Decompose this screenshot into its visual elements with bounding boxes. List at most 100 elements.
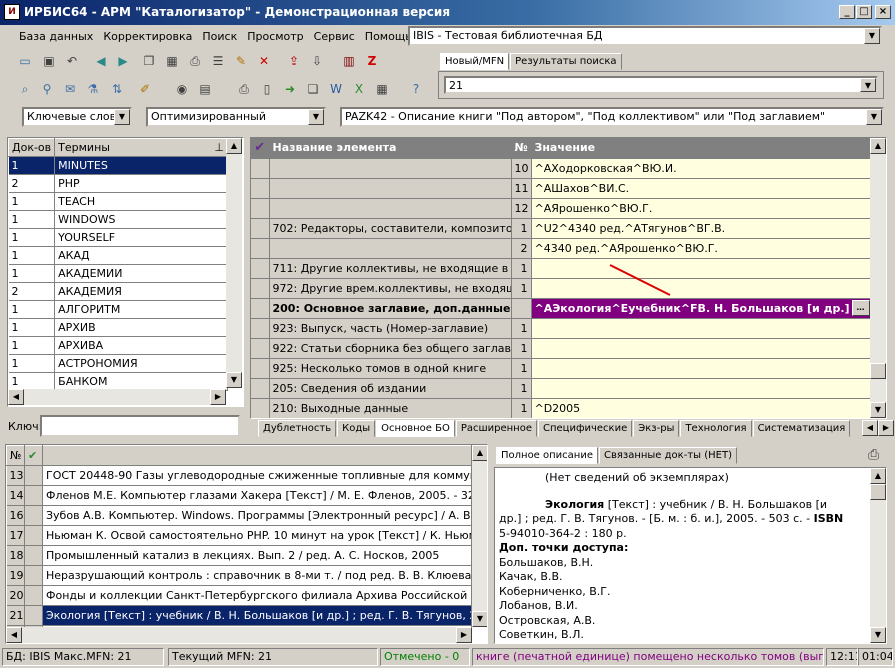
checkmark-icon[interactable]: ✔ xyxy=(251,138,270,159)
chevron-down-icon[interactable]: ▼ xyxy=(308,109,324,125)
print-icon[interactable]: ⎙ xyxy=(186,52,204,70)
dict-header-terms[interactable]: Термины ⊥ xyxy=(54,138,228,157)
dictionary-row[interactable]: 2 АКАДЕМИЯ xyxy=(8,282,228,301)
dictionary-row[interactable]: 1 БАНКОМ xyxy=(8,372,228,391)
arrow-right-icon[interactable]: ▶ xyxy=(114,52,132,70)
field-row[interactable]: 923: Выпуск, часть (Номер-заглавие) 1 xyxy=(251,318,871,339)
field-value[interactable] xyxy=(531,258,871,279)
dictionary-row[interactable]: 1 TEACH xyxy=(8,192,228,211)
editor-tab[interactable]: Коды xyxy=(337,420,376,437)
minimize-button[interactable]: _ xyxy=(839,5,855,19)
field-row[interactable]: 925: Несколько томов в одной книге 1 xyxy=(251,358,871,379)
dictionary-row[interactable]: 1 MINUTES xyxy=(8,156,228,175)
scroll-down-icon[interactable]: ▼ xyxy=(870,627,886,643)
field-value[interactable]: ^D2005 xyxy=(531,398,871,418)
editor-tab[interactable]: Экз-ры xyxy=(633,420,680,437)
dictionary-row[interactable]: 1 WINDOWS xyxy=(8,210,228,229)
field-value[interactable] xyxy=(531,278,871,299)
import-icon[interactable]: ⇩ xyxy=(308,52,326,70)
delete-icon[interactable]: ✕ xyxy=(255,52,273,70)
field-row[interactable]: 711: Другие коллективы, не входящие в за… xyxy=(251,258,871,279)
row-indicator[interactable] xyxy=(251,318,270,339)
tab-search-results[interactable]: Результаты поиска xyxy=(510,53,622,70)
mode-select[interactable]: Оптимизированный ▼ xyxy=(146,107,326,127)
field-row[interactable]: 11 ^AШахов^ВИ.С. xyxy=(251,178,871,199)
database-select[interactable]: IBIS - Тестовая библиотечная БД ▼ xyxy=(408,26,882,46)
field-row[interactable]: 210: Выходные данные 1 ^D2005 xyxy=(251,398,871,418)
dictionary-row[interactable]: 1 АРХИВА xyxy=(8,336,228,355)
field-value[interactable] xyxy=(531,358,871,379)
tab-scroll-right-icon[interactable]: ▶ xyxy=(878,420,894,436)
scroll-right-icon[interactable]: ▶ xyxy=(210,389,226,405)
editor-tab[interactable]: Дублетность xyxy=(258,420,337,437)
excel-icon[interactable]: X xyxy=(350,80,368,98)
ellipsis-button[interactable]: … xyxy=(851,299,869,316)
editor-tab[interactable]: Систематизация xyxy=(752,420,851,437)
printer-icon[interactable]: ⎙ xyxy=(235,80,253,98)
field-row[interactable]: 200: Основное заглавие, доп.данные ^AЭкол… xyxy=(251,298,871,319)
record-check[interactable] xyxy=(24,545,43,566)
scroll-left-icon[interactable]: ◀ xyxy=(8,389,24,405)
edit-icon[interactable]: ✎ xyxy=(232,52,250,70)
scroll-down-icon[interactable]: ▼ xyxy=(472,611,487,627)
table-icon[interactable]: ▦ xyxy=(373,80,391,98)
dictionary-row[interactable]: 1 АРХИВ xyxy=(8,318,228,337)
row-indicator[interactable] xyxy=(251,298,270,319)
record-check[interactable] xyxy=(24,525,43,546)
dictionary-row[interactable]: 1 АСТРОНОМИЯ xyxy=(8,354,228,373)
row-indicator[interactable] xyxy=(251,338,270,359)
tab-scroll-left-icon[interactable]: ◀ xyxy=(862,420,878,436)
record-row[interactable]: 13 ГОСТ 20448-90 Газы углеводородные сжиж… xyxy=(6,465,472,486)
row-indicator[interactable] xyxy=(251,178,270,199)
field-value[interactable]: ^4340 ред.^AЯрошенко^ВЮ.Г. xyxy=(531,238,871,259)
field-value[interactable]: ^AШахов^ВИ.С. xyxy=(531,178,871,199)
search-form-icon[interactable]: ⌕ xyxy=(16,80,34,98)
field-row[interactable]: 922: Статьи сборника без общего заглавия… xyxy=(251,338,871,359)
field-row[interactable]: 972: Другие врем.коллективы, не входящие… xyxy=(251,278,871,299)
tab-new-mfn[interactable]: Новый/MFN xyxy=(440,53,510,70)
undo-icon[interactable]: ↶ xyxy=(63,52,81,70)
scroll-up-icon[interactable]: ▲ xyxy=(870,138,886,154)
record-check[interactable] xyxy=(24,585,43,606)
record-check[interactable] xyxy=(24,565,43,586)
record-row[interactable]: 21 Экология [Текст] : учебник / В. Н. Бол… xyxy=(6,605,472,626)
dictionary-row[interactable]: 1 АКАД xyxy=(8,246,228,265)
scroll-up-icon[interactable]: ▲ xyxy=(870,468,886,484)
preview-print-icon[interactable]: ⎙ xyxy=(868,447,879,463)
menu-service[interactable]: Сервис xyxy=(309,28,360,46)
mfn-input[interactable]: 21 ▼ xyxy=(444,76,878,94)
field-value[interactable]: ^AЭкология^Eучебник^FВ. Н. Большаков [и … xyxy=(531,298,871,319)
mail-icon[interactable]: ✉ xyxy=(61,80,79,98)
scroll-up-icon[interactable]: ▲ xyxy=(472,445,487,461)
folder-icon[interactable]: ▤ xyxy=(196,80,214,98)
scroll-down-icon[interactable]: ▼ xyxy=(226,372,242,388)
maximize-button[interactable]: □ xyxy=(856,5,872,19)
new-record-icon[interactable]: ▭ xyxy=(16,52,34,70)
record-check[interactable] xyxy=(24,605,43,626)
editor-tab[interactable]: Технология xyxy=(680,420,752,437)
field-row[interactable]: 205: Сведения об издании 1 xyxy=(251,378,871,399)
forward-doc-icon[interactable]: ➜ xyxy=(281,80,299,98)
save-icon[interactable]: ▣ xyxy=(40,52,58,70)
scroll-thumb[interactable] xyxy=(870,363,886,379)
menu-view[interactable]: Просмотр xyxy=(242,28,308,46)
menu-search[interactable]: Поиск xyxy=(197,28,242,46)
close-button[interactable]: × xyxy=(875,5,891,19)
record-row[interactable]: 17 Ньюман К. Освой самостоятельно PHP. 10… xyxy=(6,525,472,546)
scroll-down-icon[interactable]: ▼ xyxy=(870,402,886,418)
scroll-left-icon[interactable]: ◀ xyxy=(6,627,22,643)
row-indicator[interactable] xyxy=(251,258,270,279)
editor-tab[interactable]: Специфические xyxy=(537,420,633,437)
field-value[interactable] xyxy=(531,378,871,399)
arrow-left-icon[interactable]: ◀ xyxy=(92,52,110,70)
brush-icon[interactable]: ✐ xyxy=(136,80,154,98)
chevron-down-icon[interactable]: ▼ xyxy=(864,28,880,44)
row-indicator[interactable] xyxy=(251,198,270,219)
dictionary-scrollbar[interactable]: ▲ ▼ xyxy=(226,138,242,388)
tab-full-description[interactable]: Полное описание xyxy=(496,447,598,464)
page-icon[interactable]: ▯ xyxy=(258,80,276,98)
field-value[interactable] xyxy=(531,318,871,339)
record-row[interactable]: 18 Промышленный катализ в лекциях. Вып. 2… xyxy=(6,545,472,566)
field-row[interactable]: 2 ^4340 ред.^AЯрошенко^ВЮ.Г. xyxy=(251,238,871,259)
scroll-thumb[interactable] xyxy=(870,484,886,500)
